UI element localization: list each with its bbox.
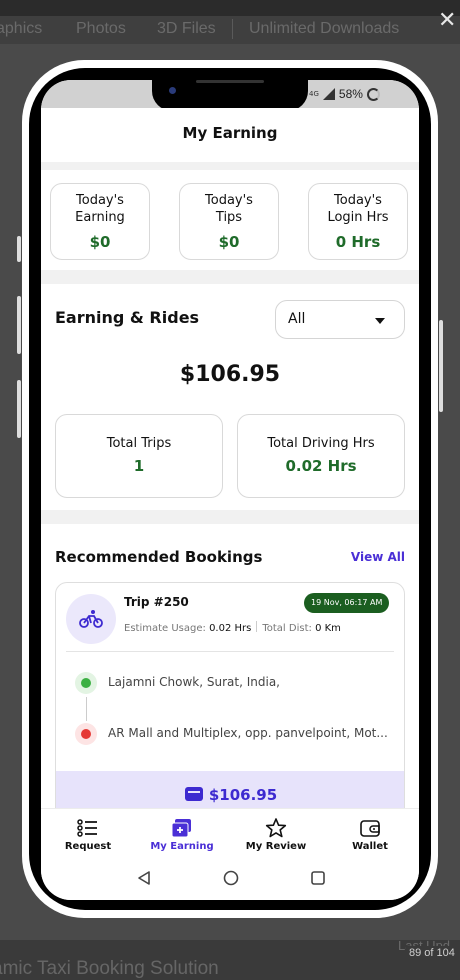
nav-label: My Review [245,841,307,852]
signal-icon [322,88,335,100]
app-header: My Earning [41,108,419,162]
recommended-bookings-card: Recommended Bookings View All Trip #250 … [41,524,419,808]
stat-label: Today's Earning [75,193,125,225]
booking-card[interactable]: Trip #250 19 Nov, 06:17 AM Estimate Usag… [55,582,405,808]
booking-price: $106.95 [208,786,278,804]
stat-value: $0 [89,233,111,251]
battery-text: 58% [338,87,363,101]
drop-dot-icon [75,723,97,745]
gallery-topbar [0,0,460,16]
page-title: My Earning [182,124,278,142]
list-icon [77,819,97,837]
total-trips-label: Total Trips [106,436,172,451]
stat-today-login-hrs: Today's Login Hrs 0 Hrs [308,183,408,260]
bg-tab-divider [232,19,233,39]
phone-screen: 4G 58% My Earning Today's Earning $0 Tod… [41,80,419,900]
camera-icon [169,87,176,94]
booking-price-bar: $106.95 [56,771,404,808]
back-icon[interactable] [136,870,152,886]
bg-footer-title: amic Taxi Booking Solution [0,958,219,979]
earning-rides-title: Earning & Rides [55,308,200,327]
today-stats-card: Today's Earning $0 Today's Tips $0 Today… [41,170,419,270]
total-trips-value: 1 [133,457,145,475]
phone-notch [152,80,308,111]
nav-label: My Earning [150,841,214,852]
usage-value: 0.02 Hrs [209,623,252,634]
trip-usage-row: Estimate Usage: 0.02 Hrs Total Dist: 0 Km [124,621,341,634]
nav-my-review[interactable]: My Review [229,809,323,859]
phone-volume-up [17,296,21,354]
drop-address: AR Mall and Multiplex, opp. panvelpoint,… [108,726,388,740]
total-driving-value: 0.02 Hrs [285,457,357,475]
nav-label: Wallet [352,841,388,852]
view-all-link[interactable]: View All [351,550,405,564]
usage-label: Estimate Usage: [124,623,206,634]
bg-tab-unlimited-downloads: Unlimited Downloads [249,20,400,37]
caret-down-icon [375,318,385,324]
phone-power-button [439,320,443,412]
wallet-icon [184,787,203,801]
close-icon[interactable]: ✕ [438,10,460,32]
background-tabs: aphics Photos 3D Files Unlimited Downloa… [0,16,460,44]
battery-ring-icon [366,87,380,101]
trip-number: Trip #250 [124,595,189,609]
phone-side-button [17,236,21,262]
stat-value: $0 [218,233,240,251]
bottom-nav: Request My Earning My Review Wallet [41,808,419,858]
booking-divider [66,651,394,652]
pickup-dot-icon [75,672,97,694]
stat-label: Today's Login Hrs [327,193,389,225]
total-earning-amount: $106.95 [179,362,281,387]
phone-volume-down [17,380,21,438]
nav-request[interactable]: Request [41,809,135,859]
bg-tab-3d-files: 3D Files [157,20,216,37]
trip-date-badge: 19 Nov, 06:17 AM [304,593,390,613]
network-label: 4G [309,90,319,98]
bike-icon [79,610,103,628]
dist-value: 0 Km [315,623,341,634]
bg-tab-photos: Photos [76,20,126,37]
earning-rides-card: Earning & Rides All $106.95 Total Trips … [41,284,419,510]
total-driving-label: Total Driving Hrs [267,436,375,451]
nav-my-earning[interactable]: My Earning [135,809,229,859]
recents-icon[interactable] [310,870,326,886]
dist-label: Total Dist: [262,623,312,634]
stat-label: Today's Tips [205,193,253,225]
stat-today-tips: Today's Tips $0 [179,183,279,260]
bike-avatar [66,594,116,644]
nav-wallet[interactable]: Wallet [323,809,417,859]
recommended-title: Recommended Bookings [55,548,263,566]
home-icon[interactable] [223,870,239,886]
system-navigation-bar [41,858,419,900]
page-counter: 89 of 104 [406,946,458,960]
dropdown-value: All [288,311,306,327]
status-icons: 4G 58% [309,85,380,103]
earning-icon [171,819,191,838]
app-content: My Earning Today's Earning $0 Today's Ti… [41,108,419,808]
pickup-address: Lajamni Chowk, Surat, India, [108,675,280,689]
route-connector [86,697,87,721]
total-driving-box: Total Driving Hrs 0.02 Hrs [237,414,405,498]
period-filter-dropdown[interactable]: All [275,300,405,339]
total-trips-box: Total Trips 1 [55,414,223,498]
stat-today-earning: Today's Earning $0 [50,183,150,260]
star-icon [265,818,287,838]
wallet-icon [360,820,380,837]
bg-tab-graphics: aphics [0,20,43,37]
stat-value: 0 Hrs [335,233,381,251]
notch-speaker [196,80,264,83]
nav-label: Request [64,841,112,852]
usage-divider [256,621,258,632]
